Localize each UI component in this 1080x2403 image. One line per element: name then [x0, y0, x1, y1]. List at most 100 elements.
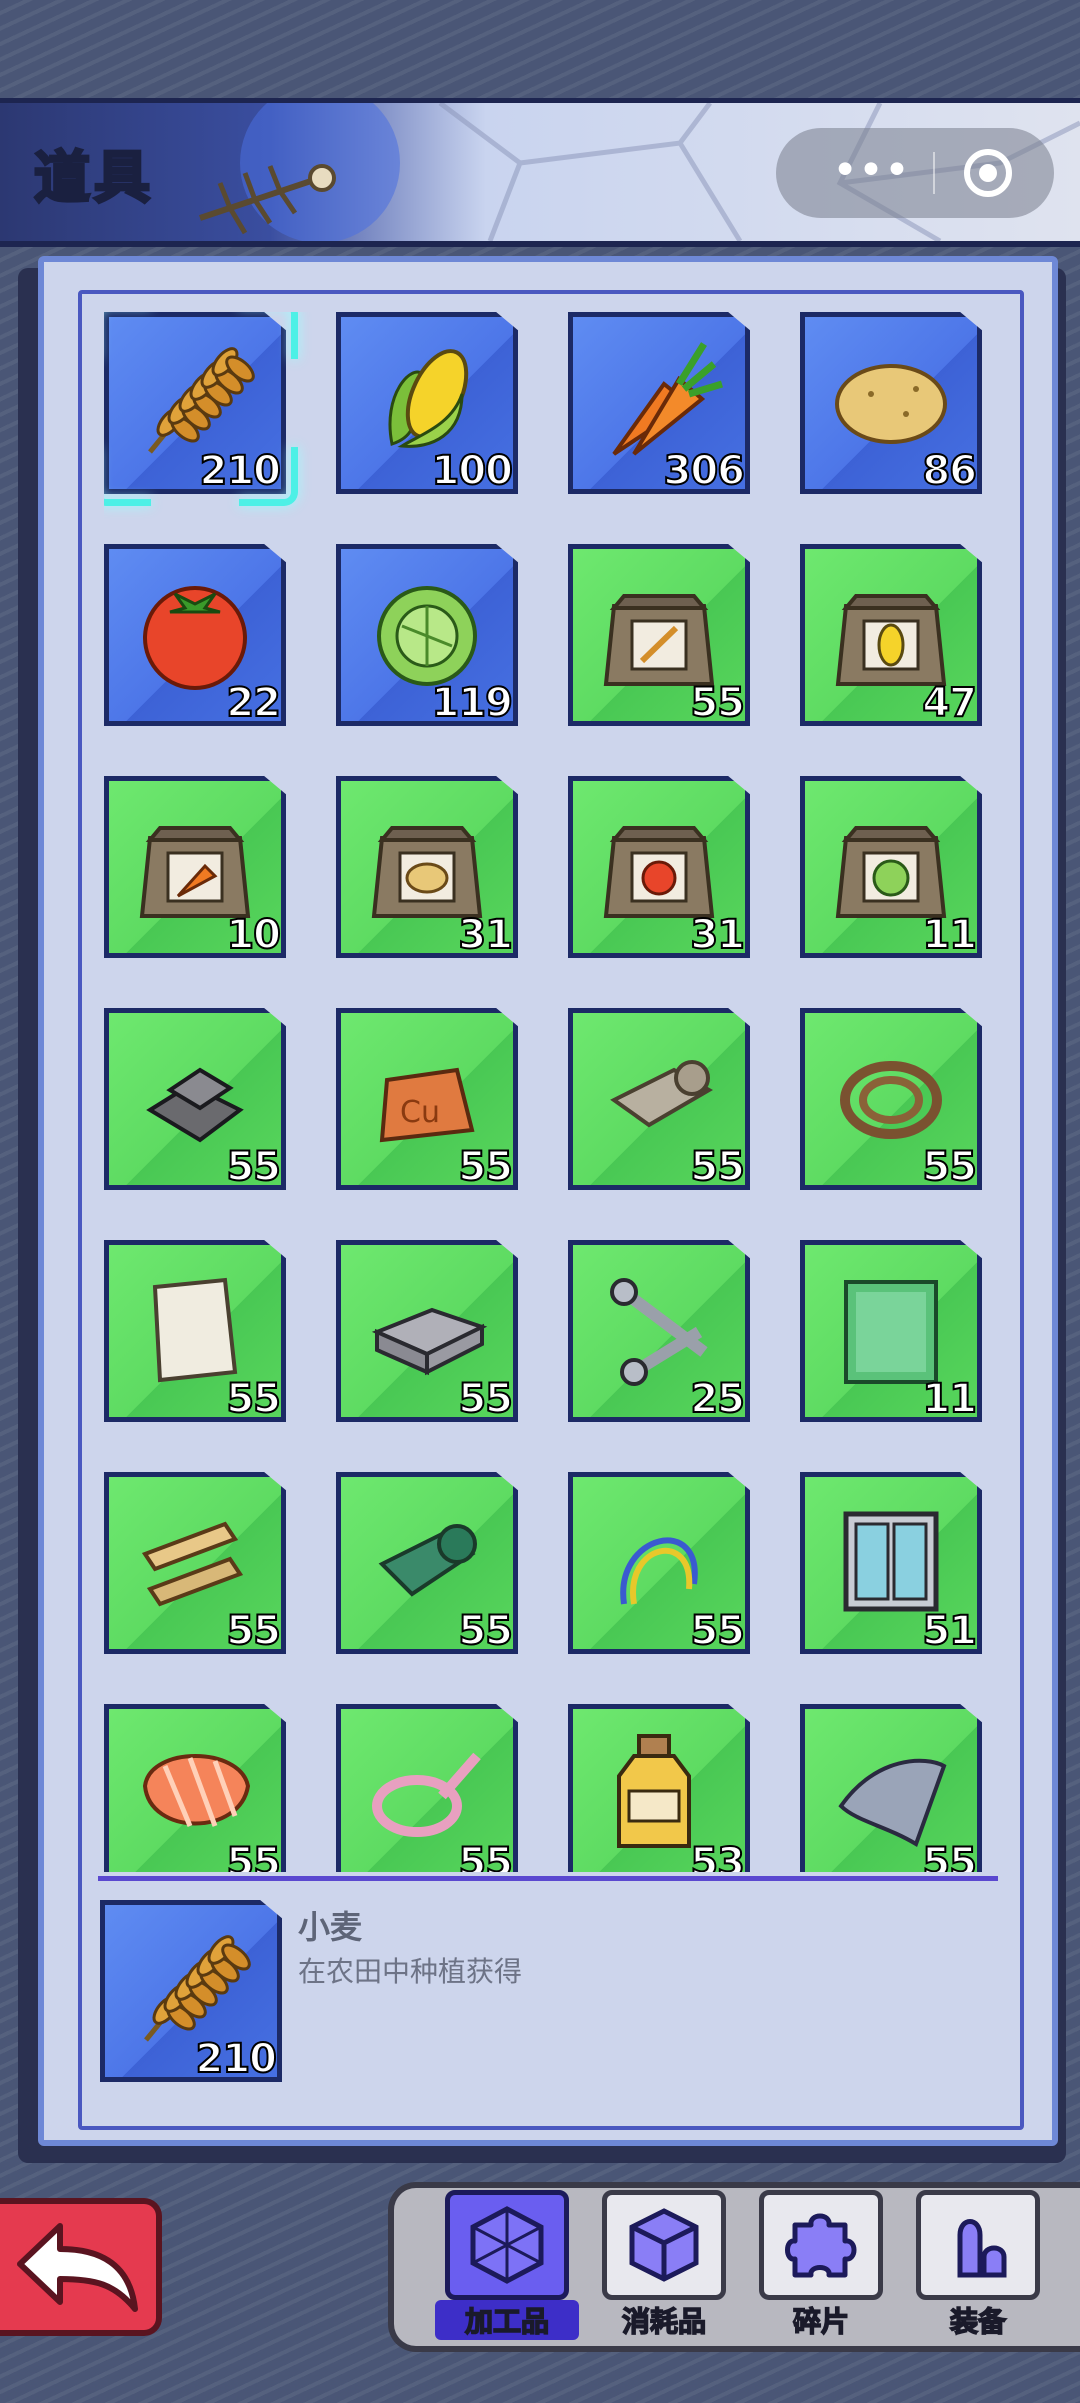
potato-seed-bag-icon	[371, 826, 483, 918]
item-slot[interactable]: 55	[104, 1008, 286, 1191]
selection-corner	[104, 447, 151, 506]
item-count: 55	[225, 1607, 282, 1655]
corn-seed-bag-icon	[835, 594, 947, 686]
item-count: 47	[921, 679, 978, 727]
item-count: 11	[921, 1375, 978, 1423]
item-slot[interactable]: 11	[800, 776, 982, 959]
item-slot[interactable]: 53	[568, 1704, 750, 1872]
item-slot[interactable]: 51	[800, 1472, 982, 1655]
fish-oil-bottle-icon	[617, 1734, 691, 1848]
tab-consumables[interactable]: 消耗品	[602, 2190, 726, 2339]
rope-coil-icon	[840, 1061, 942, 1139]
item-count: 55	[457, 1839, 514, 1872]
back-button[interactable]	[0, 2198, 162, 2336]
polyhedron-icon	[470, 2206, 544, 2284]
paper-icon	[152, 1277, 238, 1383]
item-count: 119	[431, 679, 514, 727]
item-count: 55	[689, 1607, 746, 1655]
item-slot[interactable]: 22	[104, 544, 286, 727]
item-slot[interactable]: 31	[568, 776, 750, 959]
selection-corner	[239, 447, 298, 506]
selection-corner	[104, 312, 151, 359]
target-icon[interactable]	[964, 149, 1012, 197]
potato-icon	[835, 364, 947, 444]
item-slot[interactable]: 55	[336, 1472, 518, 1655]
tab-equipment[interactable]: 装备	[916, 2190, 1040, 2339]
tab-processed[interactable]: 加工品	[435, 2190, 579, 2340]
item-slot[interactable]: 55	[104, 1704, 286, 1872]
item-count: 55	[921, 1143, 978, 1191]
iron-ingot-icon	[146, 1067, 244, 1143]
selected-item-count: 210	[195, 2035, 278, 2083]
item-grid[interactable]: 210 100 306 86 22 119 55 47 10 31 31 11 55 Cu 55 55 55 55…	[104, 312, 994, 1872]
item-count: 55	[225, 1375, 282, 1423]
wood-planks-icon	[141, 1521, 244, 1607]
item-slot[interactable]: 25	[568, 1240, 750, 1423]
window-frame-icon	[843, 1511, 939, 1612]
item-count: 55	[457, 1607, 514, 1655]
item-count: 86	[921, 447, 978, 495]
item-count: 55	[689, 679, 746, 727]
item-slot[interactable]: 119	[336, 544, 518, 727]
copper-ingot-icon: Cu	[379, 1067, 475, 1143]
item-count: 31	[457, 911, 514, 959]
item-count: 22	[225, 679, 282, 727]
item-slot[interactable]: Cu 55	[336, 1008, 518, 1191]
page-title: 道具	[33, 145, 154, 213]
pink-rope-icon	[372, 1752, 481, 1837]
cabbage-seed-bag-icon	[835, 826, 947, 918]
item-slot[interactable]: 31	[336, 776, 518, 959]
salmon-fillet-icon	[142, 1754, 251, 1827]
item-slot[interactable]: 55	[104, 1240, 286, 1423]
item-slot[interactable]: 55	[800, 1008, 982, 1191]
mini-program-capsule: •••	[776, 128, 1054, 218]
screws-icon	[610, 1278, 708, 1386]
carrot-seed-bag-icon	[139, 826, 251, 918]
detail-divider	[98, 1876, 998, 1881]
tomato-seed-bag-icon	[603, 826, 715, 918]
item-slot[interactable]: 47	[800, 544, 982, 727]
item-count: 31	[689, 911, 746, 959]
item-slot[interactable]: 10	[104, 776, 286, 959]
item-count: 10	[225, 911, 282, 959]
bullet-icon	[957, 2219, 1007, 2278]
item-slot[interactable]: 55	[568, 544, 750, 727]
cabbage-icon	[377, 586, 477, 686]
item-slot[interactable]: 11	[800, 1240, 982, 1423]
item-slot[interactable]: 306	[568, 312, 750, 495]
item-slot[interactable]: 55	[568, 1472, 750, 1655]
selection-corner	[239, 312, 298, 359]
item-slot[interactable]: 100	[336, 312, 518, 495]
fishbone-icon	[199, 164, 336, 235]
tab-equipment-label: 装备	[949, 2304, 1007, 2339]
item-count: 55	[921, 1839, 978, 1872]
fish-scales-icon	[838, 1758, 947, 1847]
green-panel-icon	[844, 1280, 938, 1384]
item-count: 55	[225, 1839, 282, 1872]
item-count: 53	[689, 1839, 746, 1872]
item-count: 11	[921, 911, 978, 959]
puzzle-icon	[785, 2213, 857, 2278]
tab-fragments[interactable]: 碎片	[759, 2190, 883, 2339]
item-count: 55	[689, 1143, 746, 1191]
item-slot[interactable]: 55	[568, 1008, 750, 1191]
tab-consumables-label: 消耗品	[621, 2304, 707, 2339]
tab-processed-label: 加工品	[435, 2300, 579, 2340]
fabric-roll-icon	[378, 1524, 477, 1597]
tab-fragments-label: 碎片	[792, 2304, 850, 2339]
item-slot[interactable]: 55	[336, 1704, 518, 1872]
carrot-icon	[612, 342, 724, 456]
wheat-icon	[144, 1935, 251, 2042]
item-slot[interactable]: 210	[104, 312, 298, 506]
item-slot[interactable]: 55	[800, 1704, 982, 1872]
item-slot[interactable]: 55	[336, 1240, 518, 1423]
item-slot[interactable]: 86	[800, 312, 982, 495]
item-count: 55	[225, 1143, 282, 1191]
cube-icon	[629, 2208, 699, 2282]
item-slot[interactable]: 55	[104, 1472, 286, 1655]
item-count: 55	[457, 1375, 514, 1423]
tomato-icon	[143, 586, 247, 690]
wires-icon	[620, 1537, 698, 1605]
more-dots-icon[interactable]: •••	[816, 146, 926, 200]
selected-item-description: 在农田中种植获得	[298, 1955, 523, 1988]
